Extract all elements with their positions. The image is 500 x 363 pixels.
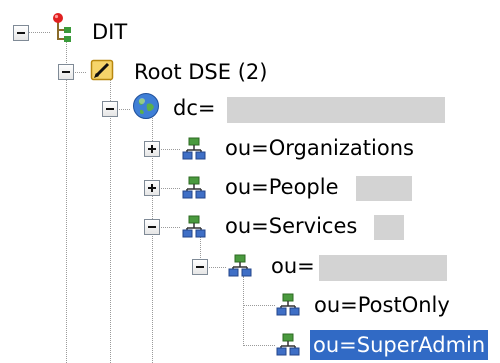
folder-icon [90,59,114,81]
tree-node-label[interactable]: DIT [89,17,130,47]
ldap-dit-tree: DIT Root DSE (2) dc= ou=Organizations ou… [0,0,500,363]
tree-node-label[interactable]: ou=PostOnly [311,290,453,320]
redacted-value [319,255,447,281]
org-unit-icon [276,333,300,356]
tree-line [243,305,275,306]
tree-line [206,267,226,268]
tree-line [243,345,275,346]
tree-line [110,80,111,363]
expand-toggle[interactable] [144,141,160,157]
dit-tree-icon [53,13,71,42]
collapse-toggle[interactable] [192,259,208,275]
tree-line [158,149,180,150]
org-unit-icon [182,176,206,199]
tree-line [243,276,244,346]
org-unit-icon [182,215,206,238]
tree-line [158,227,180,228]
tree-line [66,40,67,363]
collapse-toggle[interactable] [58,64,74,80]
redacted-value [374,215,404,240]
org-unit-icon [228,254,252,277]
collapse-toggle[interactable] [144,219,160,235]
expand-toggle[interactable] [144,180,160,196]
globe-icon [133,93,159,119]
tree-node-label[interactable]: ou=People [222,172,342,202]
tree-line [28,32,50,33]
tree-node-label[interactable]: ou=Services [222,211,360,241]
tree-node-label[interactable]: ou=Organizations [222,133,417,163]
tree-node-label[interactable]: dc= [170,93,218,123]
tree-line [158,188,180,189]
org-unit-icon [276,293,300,316]
collapse-toggle[interactable] [102,101,118,117]
org-unit-icon [182,137,206,160]
redacted-value [356,176,412,201]
collapse-toggle[interactable] [13,25,29,41]
tree-node-label-selected[interactable]: ou=SuperAdmin [310,330,489,360]
redacted-value [227,97,445,123]
tree-node-label[interactable]: Root DSE (2) [131,57,270,87]
tree-node-label[interactable]: ou= [268,251,318,281]
